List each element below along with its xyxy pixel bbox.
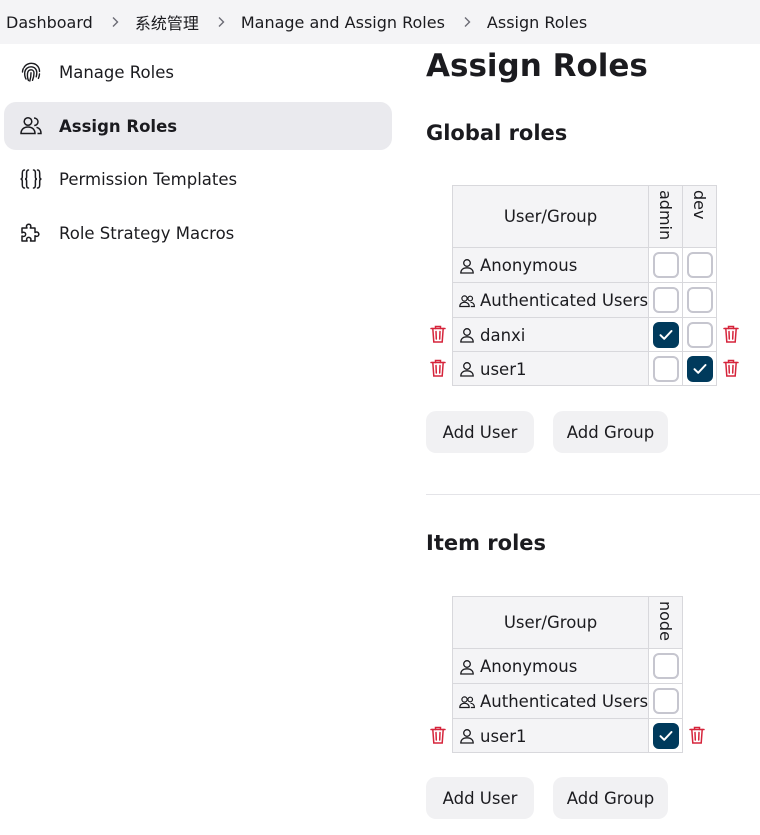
role-checkbox-dev[interactable] xyxy=(686,355,713,382)
breadcrumb-assign-roles[interactable]: Assign Roles xyxy=(487,13,587,32)
sidebar-item-label: Permission Templates xyxy=(59,169,238,189)
delete-row-icon[interactable] xyxy=(429,358,447,378)
chevron-right-icon xyxy=(215,16,227,28)
user-group-name: user1 xyxy=(480,726,527,746)
role-checkbox-dev[interactable] xyxy=(686,252,713,278)
chevron-right-icon xyxy=(461,16,473,28)
role-header-dev: dev xyxy=(682,185,718,248)
global-add-group-button[interactable]: Add Group xyxy=(553,411,668,453)
user-icon xyxy=(458,360,476,378)
delete-row-icon[interactable] xyxy=(722,358,740,378)
global-roles-table: User/Group admin dev Anonymous Authenticated… xyxy=(451,185,718,386)
table-row: Authenticated Users xyxy=(451,282,718,318)
sidebar-item-assign-roles[interactable]: Assign Roles xyxy=(4,102,392,150)
role-cell xyxy=(648,282,684,318)
table-row: user1 xyxy=(451,351,718,386)
user-group-header: User/Group xyxy=(451,185,650,248)
group-icon xyxy=(458,693,476,711)
user-icon xyxy=(458,727,476,745)
role-cell xyxy=(648,648,684,684)
role-header-label: node xyxy=(656,601,676,641)
role-checkbox-node[interactable] xyxy=(652,653,679,679)
users-icon xyxy=(18,113,44,139)
role-header-label: admin xyxy=(656,190,676,241)
sidebar-item-label: Manage Roles xyxy=(59,62,174,82)
item-add-group-button[interactable]: Add Group xyxy=(553,777,668,819)
role-checkbox-dev[interactable] xyxy=(686,287,713,313)
user-group-name: Authenticated Users xyxy=(480,291,649,310)
item-roles-table: User/Group node Anonymous Authenticated Use… xyxy=(451,596,684,753)
role-cell xyxy=(648,351,684,386)
role-cell xyxy=(648,247,684,283)
role-header-label: dev xyxy=(690,190,710,220)
role-checkbox-dev[interactable] xyxy=(686,321,713,348)
table-row: danxi xyxy=(451,317,718,352)
sidebar-item-manage-roles[interactable]: Manage Roles xyxy=(4,48,392,96)
sidebar-item-label: Assign Roles xyxy=(59,116,178,136)
table-row: user1 xyxy=(451,718,684,753)
user-icon xyxy=(458,326,476,344)
role-header-admin: admin xyxy=(648,185,684,248)
role-cell xyxy=(682,247,718,283)
global-roles-title: Global roles xyxy=(426,121,568,145)
puzzle-icon xyxy=(18,220,44,246)
user-group-cell: user1 xyxy=(451,718,650,753)
user-group-name: Anonymous xyxy=(480,256,578,275)
user-group-cell: danxi xyxy=(451,317,650,352)
sidebar-item-role-strategy-macros[interactable]: Role Strategy Macros xyxy=(4,209,392,257)
delete-row-icon[interactable] xyxy=(429,324,447,344)
user-group-cell: Anonymous xyxy=(451,247,650,283)
breadcrumb-system-manage[interactable]: 系统管理 xyxy=(135,10,199,34)
item-add-user-button[interactable]: Add User xyxy=(426,777,534,819)
user-group-cell: Authenticated Users xyxy=(451,282,650,318)
role-checkbox-admin[interactable] xyxy=(652,252,679,278)
table-row: Anonymous xyxy=(451,648,684,684)
breadcrumb-dashboard[interactable]: Dashboard xyxy=(6,13,93,32)
role-cell xyxy=(648,317,684,352)
item-roles-title: Item roles xyxy=(426,531,547,555)
table-header-row: User/Group node xyxy=(451,596,684,649)
breadcrumb: Dashboard 系统管理 Manage and Assign Roles A… xyxy=(0,0,760,44)
user-group-name: danxi xyxy=(480,325,526,345)
breadcrumb-manage-assign-roles[interactable]: Manage and Assign Roles xyxy=(241,13,445,32)
user-icon xyxy=(458,257,476,275)
user-group-cell: Anonymous xyxy=(451,648,650,684)
role-cell xyxy=(682,351,718,386)
role-checkbox-node[interactable] xyxy=(652,688,679,714)
section-divider xyxy=(426,494,760,495)
chevron-right-icon xyxy=(109,16,121,28)
table-row: Authenticated Users xyxy=(451,683,684,719)
role-checkbox-admin[interactable] xyxy=(652,321,679,348)
role-cell xyxy=(682,317,718,352)
sidebar-item-label: Role Strategy Macros xyxy=(59,223,235,243)
role-cell xyxy=(648,718,684,753)
user-group-name: user1 xyxy=(480,359,527,379)
user-group-name: Authenticated Users xyxy=(480,692,649,711)
role-cell xyxy=(648,683,684,719)
user-icon xyxy=(458,658,476,676)
user-group-cell: user1 xyxy=(451,351,650,386)
user-group-header: User/Group xyxy=(451,596,650,649)
table-header-row: User/Group admin dev xyxy=(451,185,718,248)
user-group-name: Anonymous xyxy=(480,657,578,676)
role-checkbox-node[interactable] xyxy=(652,722,679,749)
delete-row-icon[interactable] xyxy=(688,725,706,745)
fingerprint-icon xyxy=(18,59,44,85)
role-header-node: node xyxy=(648,596,684,649)
delete-row-icon[interactable] xyxy=(722,324,740,344)
table-row: Anonymous xyxy=(451,247,718,283)
role-checkbox-admin[interactable] xyxy=(652,287,679,313)
role-checkbox-admin[interactable] xyxy=(652,355,679,382)
delete-row-icon[interactable] xyxy=(429,725,447,745)
global-add-user-button[interactable]: Add User xyxy=(426,411,534,453)
braces-icon xyxy=(18,166,44,192)
page-title: Assign Roles xyxy=(426,48,648,84)
sidebar-item-permission-templates[interactable]: Permission Templates xyxy=(4,155,392,203)
user-group-cell: Authenticated Users xyxy=(451,683,650,719)
group-icon xyxy=(458,292,476,310)
role-cell xyxy=(682,282,718,318)
